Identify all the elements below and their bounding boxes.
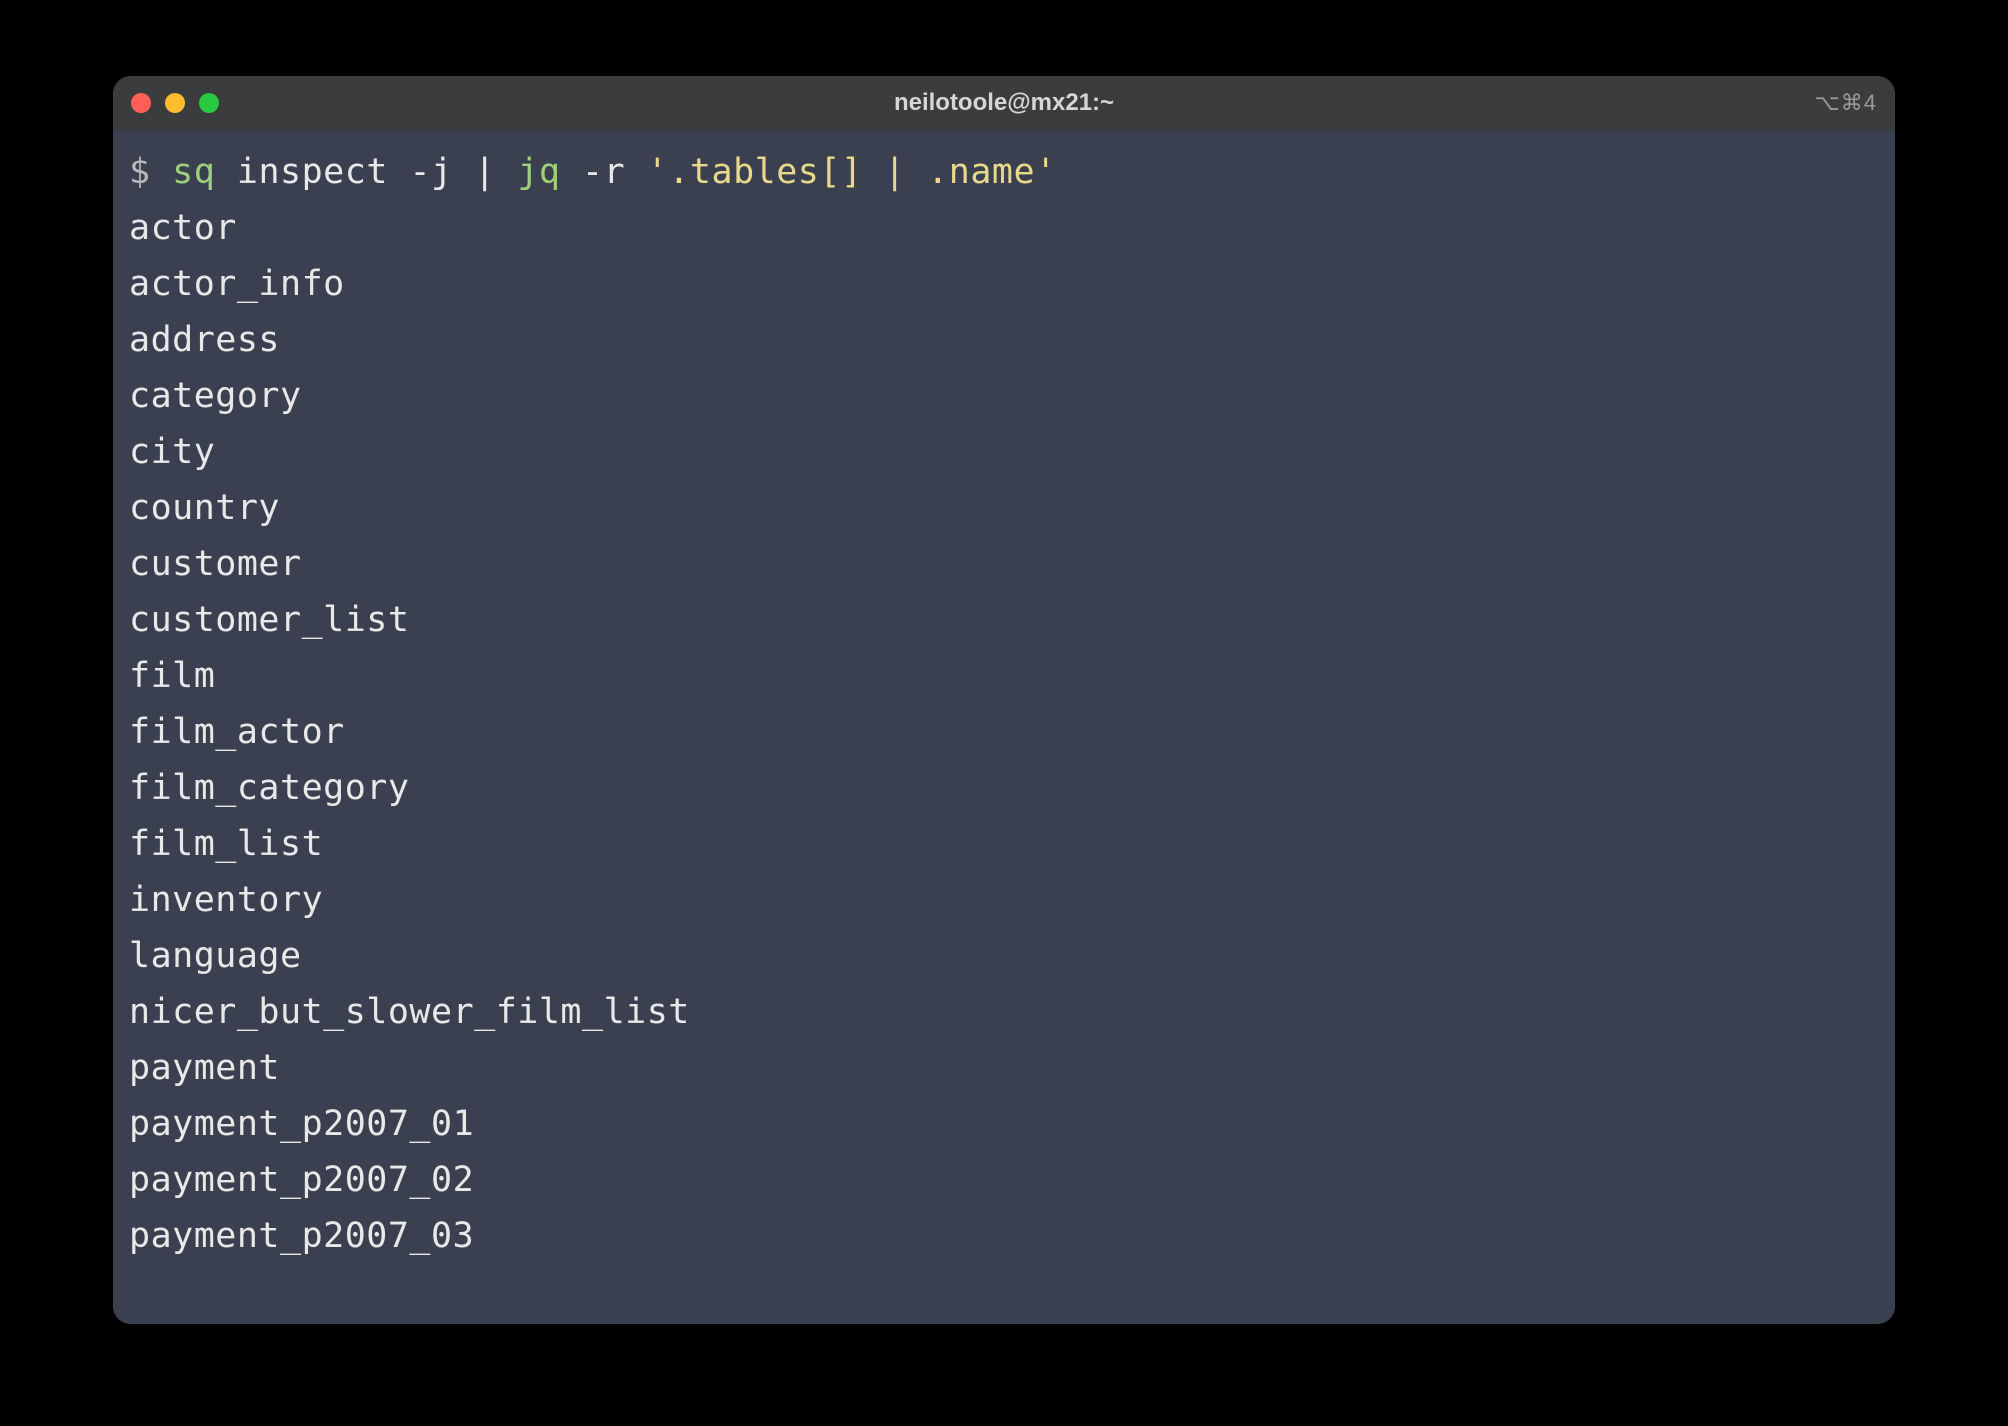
cmd-jq: jq: [517, 152, 560, 192]
output-line: payment_p2007_01: [129, 1096, 1879, 1152]
window-title: neilotoole@mx21:~: [894, 89, 1114, 117]
close-button[interactable]: [131, 93, 151, 113]
output-line: category: [129, 368, 1879, 424]
shortcut-hint: ⌥⌘4: [1814, 90, 1877, 116]
output-line: customer: [129, 536, 1879, 592]
output-line: address: [129, 312, 1879, 368]
command-line: $ sq inspect -j | jq -r '.tables[] | .na…: [129, 144, 1879, 200]
output-line: film: [129, 648, 1879, 704]
minimize-button[interactable]: [165, 93, 185, 113]
output-line: payment_p2007_03: [129, 1208, 1879, 1264]
output-line: customer_list: [129, 592, 1879, 648]
output-line: film_list: [129, 816, 1879, 872]
output-line: language: [129, 928, 1879, 984]
output-line: nicer_but_slower_film_list: [129, 984, 1879, 1040]
cmd-args-2: -r: [560, 152, 646, 192]
traffic-lights: [131, 93, 219, 113]
terminal-body[interactable]: $ sq inspect -j | jq -r '.tables[] | .na…: [113, 130, 1895, 1324]
cmd-args-1: inspect -j |: [215, 152, 517, 192]
prompt-symbol: $: [129, 152, 151, 192]
output-line: inventory: [129, 872, 1879, 928]
cmd-sq: sq: [172, 152, 215, 192]
output-line: city: [129, 424, 1879, 480]
output-line: actor_info: [129, 256, 1879, 312]
output-container: actoractor_infoaddresscategorycitycountr…: [129, 200, 1879, 1264]
maximize-button[interactable]: [199, 93, 219, 113]
output-line: country: [129, 480, 1879, 536]
terminal-window: neilotoole@mx21:~ ⌥⌘4 $ sq inspect -j | …: [113, 76, 1895, 1324]
output-line: payment_p2007_02: [129, 1152, 1879, 1208]
output-line: payment: [129, 1040, 1879, 1096]
cmd-string: '.tables[] | .name': [647, 152, 1057, 192]
output-line: film_category: [129, 760, 1879, 816]
titlebar: neilotoole@mx21:~ ⌥⌘4: [113, 76, 1895, 130]
output-line: film_actor: [129, 704, 1879, 760]
output-line: actor: [129, 200, 1879, 256]
